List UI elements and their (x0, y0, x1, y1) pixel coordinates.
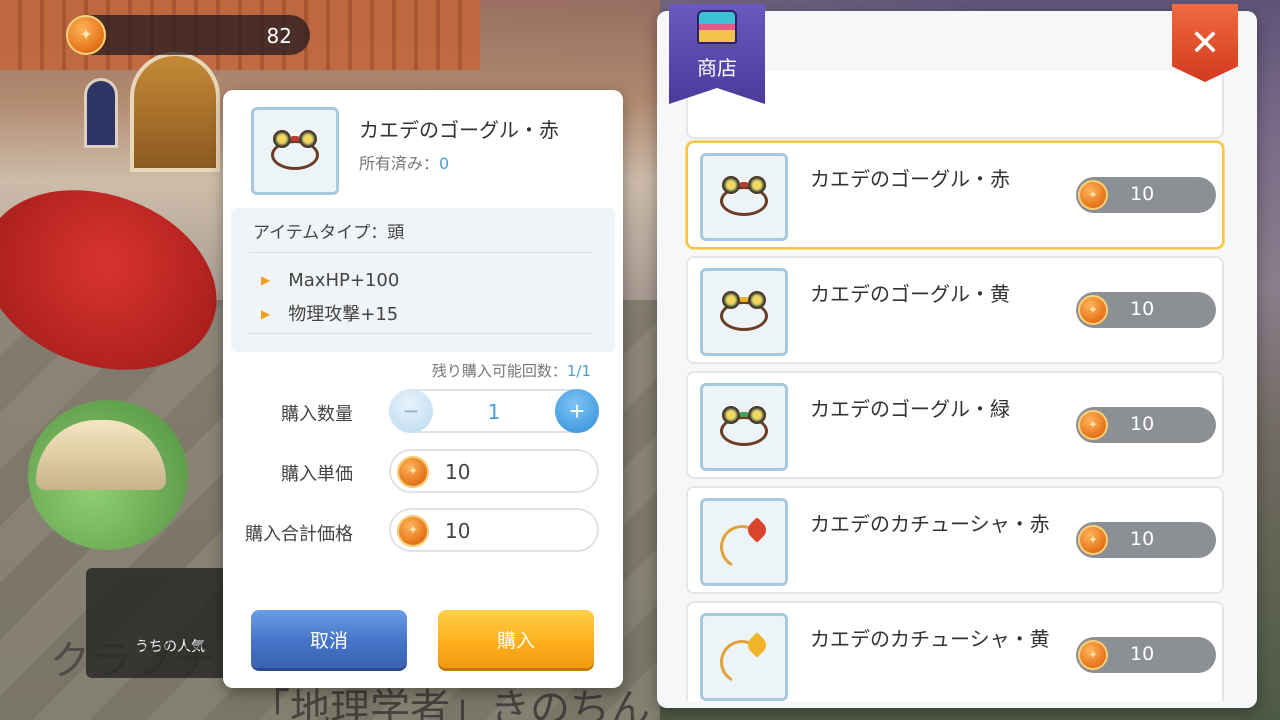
divider (249, 252, 593, 253)
unit-price-value: 10 (445, 460, 471, 484)
maple-coin-icon (66, 15, 106, 55)
shop-item-name: カエデのゴーグル・緑 (810, 397, 1010, 421)
shop-item-row[interactable]: カエデのカチューシャ・黄 10 (686, 601, 1224, 701)
stat-line: ▶ MaxHP+100 (261, 270, 399, 291)
shop-panel: カエデのゴーグル・赤 10 カエデのゴーグル・黄 10 (657, 11, 1257, 708)
background-window (84, 78, 118, 148)
shop-item-thumbnail (700, 613, 788, 701)
remaining-purchases: 残り購入可能回数：1/1 (432, 360, 591, 381)
shop-item-price-value: 10 (1130, 528, 1155, 550)
headband-yellow-icon (715, 632, 772, 689)
shop-item-name: カエデのカチューシャ・赤 (810, 512, 1050, 536)
maple-coin-icon (1078, 640, 1108, 670)
goggle-red-icon (716, 174, 772, 220)
maple-coin-icon (397, 515, 429, 547)
currency-display: 82 (66, 15, 310, 55)
shop-item-row[interactable]: カエデのゴーグル・黄 10 (686, 256, 1224, 364)
item-detail-thumbnail (251, 107, 339, 195)
total-price-field: 10 (389, 508, 599, 552)
shop-item-row[interactable]: カエデのゴーグル・赤 10 (686, 141, 1224, 249)
shop-item-price-value: 10 (1130, 643, 1155, 665)
shop-item-price: 10 (1076, 407, 1216, 443)
shop-item-name: カエデのゴーグル・赤 (810, 167, 1010, 191)
shop-item-thumbnail (700, 383, 788, 471)
owned-label: 所有済み： (359, 154, 440, 173)
increase-quantity-button[interactable]: + (555, 389, 599, 433)
owned-count: 所有済み：0 (359, 150, 449, 174)
shop-item-price: 10 (1076, 292, 1216, 328)
shop-item-price-value: 10 (1130, 298, 1155, 320)
shop-item-price: 10 (1076, 637, 1216, 673)
stat-text: 物理攻撃+15 (288, 304, 399, 325)
cancel-button[interactable]: 取消 (251, 610, 407, 668)
background-door (130, 52, 220, 172)
maple-coin-icon (397, 456, 429, 488)
treasure-chest-icon (697, 10, 737, 44)
item-info-box: アイテムタイプ：頭 ▶ MaxHP+100 ▶ 物理攻撃+15 (231, 208, 615, 352)
shop-item-thumbnail (700, 268, 788, 356)
remaining-value: 1/1 (566, 362, 591, 380)
item-type: アイテムタイプ：頭 (253, 223, 405, 243)
shop-title-banner: 商店 (669, 4, 765, 104)
quantity-stepper: − 1 + (389, 389, 599, 433)
quantity-label: 購入数量 (281, 404, 353, 425)
shop-item-thumbnail (700, 498, 788, 586)
shop-item-price-value: 10 (1130, 413, 1155, 435)
shop-item-price: 10 (1076, 522, 1216, 558)
goggle-red-icon (267, 128, 323, 174)
remaining-label: 残り購入可能回数： (431, 362, 567, 380)
maple-coin-icon (1078, 180, 1108, 210)
maple-coin-icon (1078, 295, 1108, 325)
close-button[interactable]: ✕ (1172, 4, 1238, 82)
headband-red-icon (715, 517, 772, 574)
shop-item-name: カエデのカチューシャ・黄 (810, 627, 1050, 651)
goggle-green-icon (716, 404, 772, 450)
maple-coin-icon (1078, 410, 1108, 440)
shop-item-row[interactable]: カエデのゴーグル・緑 10 (686, 371, 1224, 479)
background-player-name-1: クラブチ (50, 638, 218, 684)
total-price-label: 購入合計価格 (245, 524, 353, 545)
shop-item-name: カエデのゴーグル・黄 (810, 282, 1010, 306)
stat-text: MaxHP+100 (288, 270, 400, 291)
item-detail-name: カエデのゴーグル・赤 (359, 118, 559, 142)
shop-item-price-value: 10 (1130, 183, 1155, 205)
shop-item-price: 10 (1076, 177, 1216, 213)
shop-item-thumbnail (700, 153, 788, 241)
shop-title: 商店 (697, 56, 737, 80)
unit-price-label: 購入単価 (281, 464, 353, 485)
shop-item-list[interactable]: カエデのゴーグル・赤 10 カエデのゴーグル・黄 10 (677, 71, 1257, 701)
unit-price-field: 10 (389, 449, 599, 493)
divider (249, 333, 593, 334)
owned-value: 0 (439, 154, 450, 173)
bullet-triangle-icon: ▶ (261, 273, 271, 287)
total-price-value: 10 (445, 519, 471, 543)
buy-button[interactable]: 購入 (438, 610, 594, 668)
currency-amount: 82 (266, 24, 292, 48)
bullet-triangle-icon: ▶ (261, 307, 271, 321)
stat-line: ▶ 物理攻撃+15 (261, 300, 398, 326)
maple-coin-icon (1078, 525, 1108, 555)
goggle-yellow-icon (716, 289, 772, 335)
item-detail-panel: カエデのゴーグル・赤 所有済み：0 アイテムタイプ：頭 ▶ MaxHP+100 ▶… (223, 90, 623, 688)
shop-item-row[interactable]: カエデのカチューシャ・赤 10 (686, 486, 1224, 594)
shop-item-row-partial[interactable] (686, 71, 1224, 139)
